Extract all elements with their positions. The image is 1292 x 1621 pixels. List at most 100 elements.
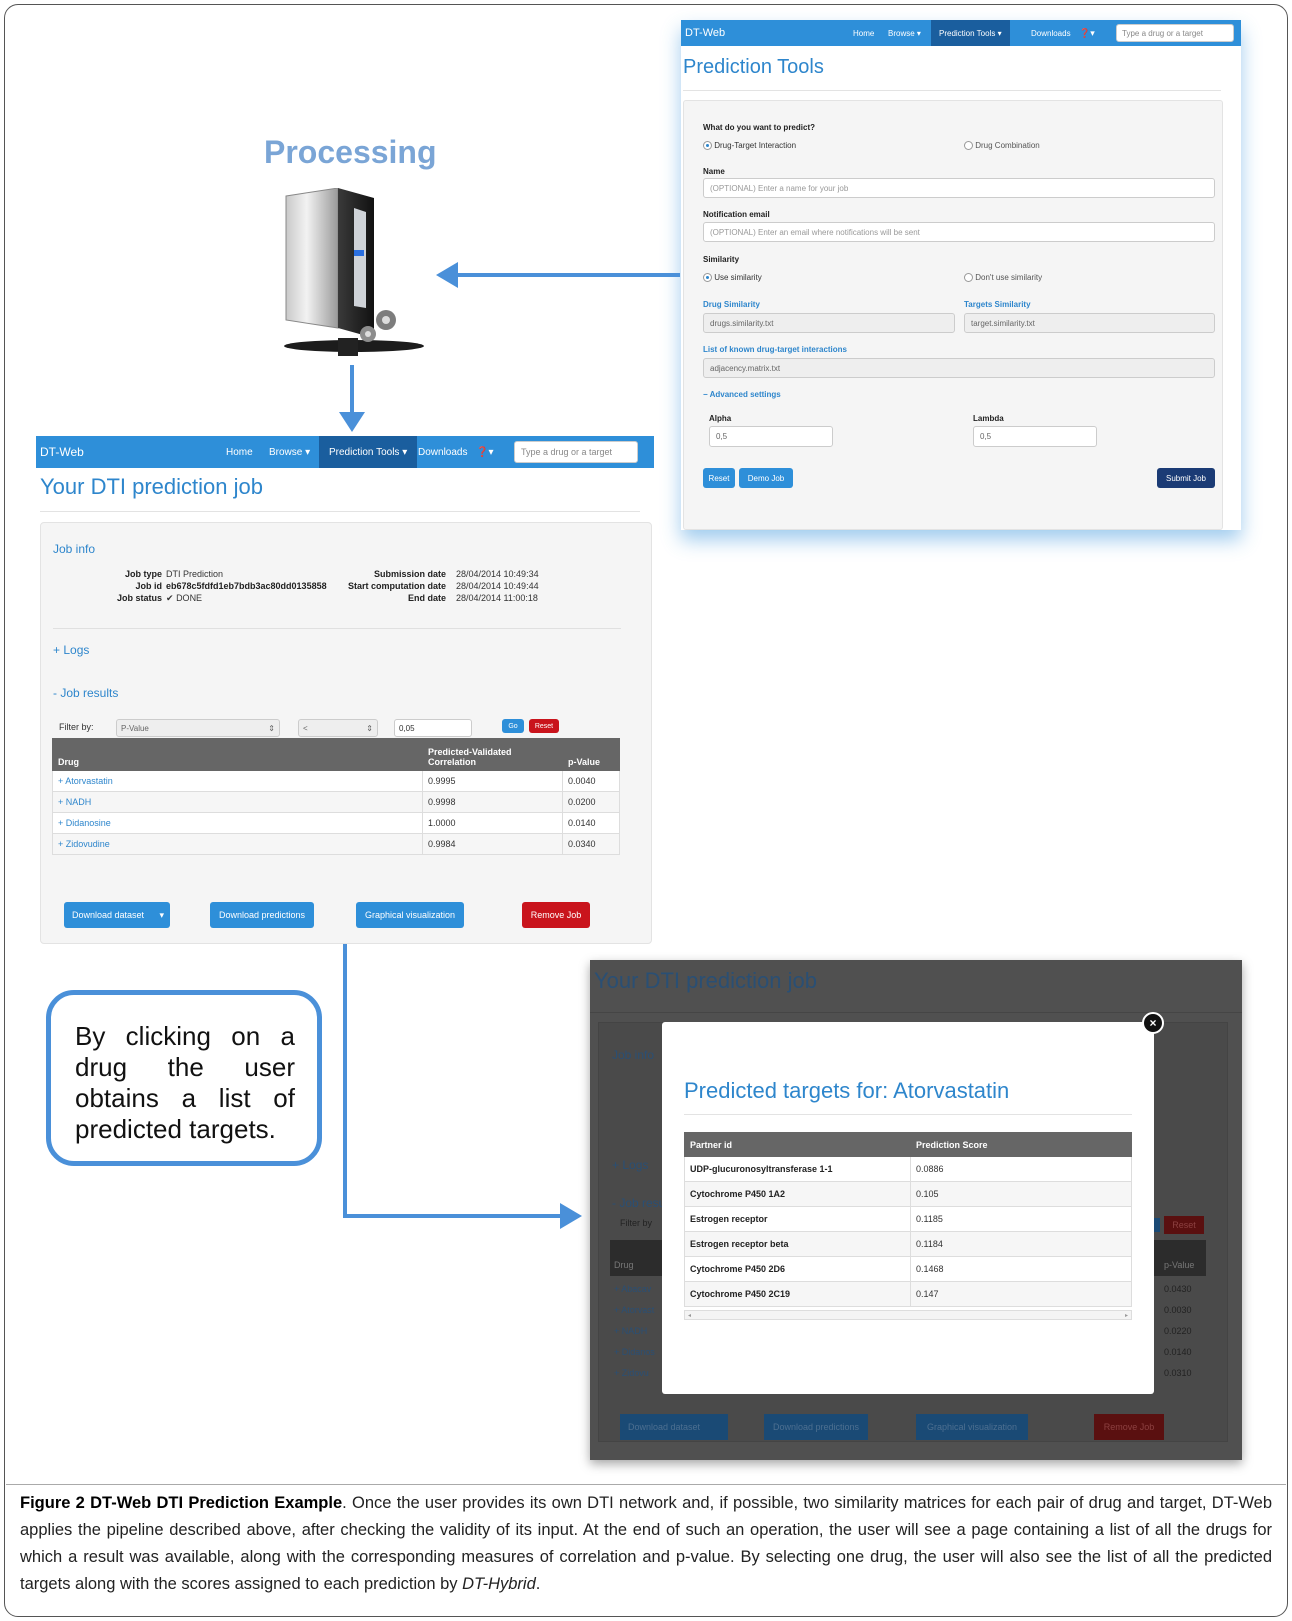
nav-downloads[interactable]: Downloads xyxy=(418,447,467,458)
bg-p-0: 0.0430 xyxy=(1164,1284,1192,1294)
check-icon: ✔ xyxy=(166,593,174,603)
graphical-visualization-button[interactable]: Graphical visualization xyxy=(356,902,464,928)
bg-drug-2: + NADH xyxy=(614,1326,648,1336)
select-arrows-icon: ⇕ xyxy=(268,723,275,733)
col-partner-id: Partner id xyxy=(684,1132,911,1157)
reset-filter-button[interactable]: Reset xyxy=(529,719,559,733)
modal-title: Predicted targets for: Atorvastatin xyxy=(684,1078,1010,1103)
pvalue-cell: 0.0200 xyxy=(562,791,620,813)
drug-link[interactable]: + Didanosine xyxy=(52,812,423,834)
bg-col-pvalue: p-Value xyxy=(1164,1260,1195,1270)
download-predictions-button[interactable]: Download predictions xyxy=(210,902,314,928)
start-label: Start computation date xyxy=(347,581,446,591)
table-row: + NADH 0.9998 0.0200 xyxy=(52,791,620,813)
score-cell: 0.147 xyxy=(910,1281,1132,1307)
brand-logo[interactable]: DT-Web xyxy=(40,445,84,459)
partner-cell: Cytochrome P450 2D6 xyxy=(684,1256,911,1282)
score-cell: 0.105 xyxy=(910,1181,1132,1207)
callout-text: By clicking on a drug the user obtains a… xyxy=(75,1021,295,1144)
correlation-cell: 0.9998 xyxy=(422,791,563,813)
logs-toggle[interactable]: + Logs xyxy=(53,643,89,657)
end-label: End date xyxy=(407,593,446,603)
job-info-title: Job info xyxy=(53,542,96,556)
table-row: + Atorvastatin 0.9995 0.0040 xyxy=(52,770,620,792)
scroll-left-icon: ◂ xyxy=(688,1312,692,1319)
job-id-label: Job id xyxy=(135,581,163,591)
drug-link[interactable]: + NADH xyxy=(52,791,423,813)
nav-browse[interactable]: Browse ▾ xyxy=(269,447,310,458)
job-type-value: DTI Prediction xyxy=(166,569,224,579)
remove-job-button[interactable]: Remove Job xyxy=(522,902,590,928)
bg-job-info: Job info xyxy=(612,1048,655,1062)
bg-drug-3: + Didanos xyxy=(614,1347,655,1357)
filter-field-select[interactable]: P-Value ⇕ xyxy=(116,719,280,737)
section-divider xyxy=(53,628,621,629)
correlation-cell: 0.9984 xyxy=(422,833,563,855)
figure-caption: Figure 2 DT-Web DTI Prediction Example. … xyxy=(20,1490,1272,1598)
go-button[interactable]: Go xyxy=(502,719,524,733)
partner-cell: Cytochrome P450 1A2 xyxy=(684,1181,911,1207)
job-status-label: Job status xyxy=(116,593,162,603)
col-prediction-score: Prediction Score xyxy=(910,1132,1132,1157)
download-dataset-label: Download dataset xyxy=(72,910,145,920)
correlation-cell: 1.0000 xyxy=(422,812,563,834)
nav-browse-label: Browse xyxy=(269,446,303,458)
col-drug: Drug xyxy=(52,738,423,771)
partner-cell: Estrogen receptor xyxy=(684,1206,911,1232)
correlation-cell: 0.9995 xyxy=(422,770,563,792)
caption-label: Figure 2 DT-Web DTI Prediction Example xyxy=(20,1494,343,1512)
bg-results: - Job resu xyxy=(612,1196,666,1210)
table-row: Cytochrome P450 2C19 0.147 xyxy=(684,1281,1132,1307)
caret-icon: ▾ xyxy=(159,909,164,920)
bg-p-3: 0.0140 xyxy=(1164,1347,1192,1357)
nav-prediction-tools[interactable]: Prediction Tools ▾ xyxy=(319,436,418,468)
drug-link[interactable]: + Zidovudine xyxy=(52,833,423,855)
modal-screenshot: Your DTI prediction job Job info + Logs … xyxy=(590,960,1242,1460)
search-input[interactable]: Type a drug or a target xyxy=(514,441,638,463)
filter-operator-value: < xyxy=(303,723,308,733)
caret-icon: ▾ xyxy=(402,446,408,458)
targets-table: Partner id Prediction Score UDP-glucuron… xyxy=(684,1132,1132,1307)
filter-value-input[interactable]: 0,05 xyxy=(394,719,472,737)
job-type-label: Job type xyxy=(124,569,162,579)
job-status-text: DONE xyxy=(176,593,203,603)
close-icon[interactable]: × xyxy=(1142,1012,1164,1034)
table-row: + Zidovudine 0.9984 0.0340 xyxy=(52,833,620,855)
caption-divider xyxy=(6,1484,1286,1485)
submission-value: 28/04/2014 10:49:34 xyxy=(456,569,539,579)
col-correlation: Predicted-Validated Correlation xyxy=(422,738,563,771)
help-icon[interactable]: ❓▾ xyxy=(476,447,493,458)
download-dataset-button[interactable]: Download dataset ▾ xyxy=(64,902,170,928)
bg-reset-button: Reset xyxy=(1164,1216,1204,1234)
job-screenshot: DT-Web Home Browse ▾ Prediction Tools ▾ … xyxy=(36,436,654,946)
job-id-value: eb678c5fdfd1eb7bdb3ac80dd0135858 xyxy=(166,581,327,591)
results-toggle[interactable]: - Job results xyxy=(53,686,118,700)
caption-end: . xyxy=(535,1575,541,1593)
horizontal-scrollbar[interactable]: ◂ ▸ xyxy=(684,1310,1132,1320)
filter-field-value: P-Value xyxy=(121,723,149,733)
table-row: + Didanosine 1.0000 0.0140 xyxy=(52,812,620,834)
score-cell: 0.0886 xyxy=(910,1156,1132,1182)
page-title: Your DTI prediction job xyxy=(40,474,263,499)
bg-divider xyxy=(590,1012,1242,1013)
bg-p-4: 0.0310 xyxy=(1164,1368,1192,1378)
navbar: DT-Web Home Browse ▾ Prediction Tools ▾ … xyxy=(36,436,654,468)
filter-operator-select[interactable]: < ⇕ xyxy=(298,719,378,737)
submission-label: Submission date xyxy=(373,569,446,579)
bg-filter: Filter by xyxy=(620,1218,653,1228)
score-cell: 0.1185 xyxy=(910,1206,1132,1232)
table-row: Estrogen receptor 0.1185 xyxy=(684,1206,1132,1232)
callout-bubble: By clicking on a drug the user obtains a… xyxy=(46,990,322,1166)
nav-home[interactable]: Home xyxy=(226,447,253,458)
score-cell: 0.1184 xyxy=(910,1231,1132,1257)
drug-link[interactable]: + Atorvastatin xyxy=(52,770,423,792)
partner-cell: UDP-glucuronosyltransferase 1-1 xyxy=(684,1156,911,1182)
bg-drug-4: + Zidovu xyxy=(614,1368,649,1378)
table-row: Cytochrome P450 2D6 0.1468 xyxy=(684,1256,1132,1282)
filter-label: Filter by: xyxy=(59,722,94,732)
partner-cell: Cytochrome P450 2C19 xyxy=(684,1281,911,1307)
start-value: 28/04/2014 10:49:44 xyxy=(456,581,539,591)
pvalue-cell: 0.0340 xyxy=(562,833,620,855)
table-row: Estrogen receptor beta 0.1184 xyxy=(684,1231,1132,1257)
bg-col-drug: Drug xyxy=(614,1260,634,1270)
